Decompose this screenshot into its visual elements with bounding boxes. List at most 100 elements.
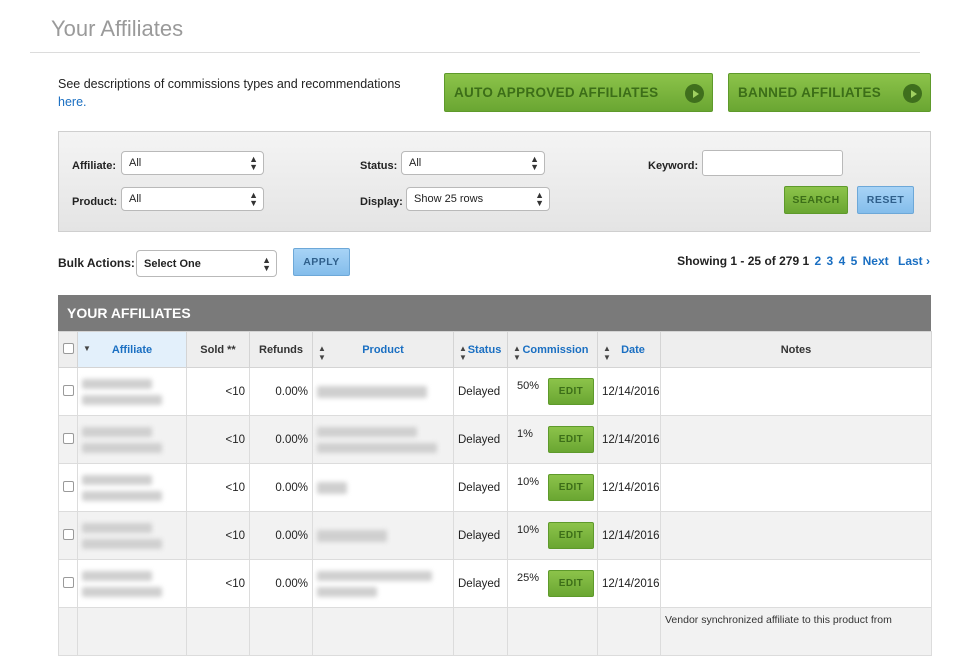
sold-cell: <10 bbox=[186, 367, 250, 416]
description-link[interactable]: here. bbox=[58, 95, 87, 109]
edit-button[interactable]: EDIT bbox=[548, 522, 594, 549]
table-header-row: ▼ Affiliate Sold ** Refunds ▲ ▼ Product ▲… bbox=[58, 331, 932, 368]
commission-value: 50% bbox=[517, 380, 540, 392]
row-checkbox[interactable] bbox=[63, 576, 74, 588]
page-link-3[interactable]: 3 bbox=[827, 254, 834, 268]
redacted-product-detail bbox=[317, 442, 437, 453]
column-label-refunds: Refunds bbox=[259, 343, 303, 356]
row-checkbox[interactable] bbox=[63, 528, 74, 540]
select-arrows-icon: ▲ ▼ bbox=[535, 190, 544, 208]
display-filter-label: Display: bbox=[360, 196, 403, 208]
status-filter-select[interactable]: All ▲ ▼ bbox=[401, 151, 545, 175]
redacted-product bbox=[317, 385, 427, 398]
affiliate-filter-select[interactable]: All ▲ ▼ bbox=[121, 151, 264, 175]
auto-approved-affiliates-button[interactable]: AUTO APPROVED AFFILIATES bbox=[444, 73, 713, 112]
product-filter-label: Product: bbox=[72, 196, 118, 208]
column-label-commission: Commission bbox=[522, 343, 589, 356]
affiliate-cell bbox=[77, 415, 187, 464]
affiliate-cell bbox=[77, 367, 187, 416]
commission-value: 10% bbox=[517, 524, 540, 536]
filter-panel: Affiliate: All ▲ ▼ Status: All ▲ ▼ Keyword… bbox=[58, 131, 931, 232]
affiliate-cell bbox=[77, 607, 187, 656]
page-title: Your Affiliates bbox=[51, 16, 184, 41]
column-label-date: Date bbox=[621, 343, 645, 356]
row-checkbox[interactable] bbox=[63, 480, 74, 492]
display-filter-value: Show 25 rows bbox=[414, 193, 484, 205]
row-select-cell bbox=[58, 559, 78, 608]
date-cell: 12/14/2016 bbox=[597, 415, 661, 464]
page-link-4[interactable]: 4 bbox=[839, 254, 846, 268]
row-checkbox[interactable] bbox=[63, 384, 74, 396]
sold-cell: <10 bbox=[186, 511, 250, 560]
page-link-5[interactable]: 5 bbox=[851, 254, 858, 268]
apply-button[interactable]: APPLY bbox=[293, 248, 350, 276]
column-header-commission[interactable]: ▲ ▼ Commission bbox=[507, 331, 598, 368]
column-header-affiliate[interactable]: ▼ Affiliate bbox=[77, 331, 187, 368]
edit-button[interactable]: EDIT bbox=[548, 378, 594, 405]
play-icon bbox=[685, 84, 704, 103]
redacted-affiliate-name bbox=[82, 570, 152, 581]
edit-button[interactable]: EDIT bbox=[548, 426, 594, 453]
commission-cell bbox=[507, 607, 598, 656]
redacted-affiliate-id bbox=[82, 586, 162, 597]
column-label-sold: Sold ** bbox=[200, 343, 236, 356]
column-header-status[interactable]: ▲ ▼ Status bbox=[453, 331, 508, 368]
select-arrows-icon: ▲ ▼ bbox=[262, 255, 271, 273]
showing-range: Showing 1 - 25 of 279 bbox=[677, 254, 800, 268]
column-label-affiliate: Affiliate bbox=[111, 343, 153, 356]
bulk-actions-label: Bulk Actions: bbox=[58, 256, 135, 270]
date-cell: 12/14/2016 bbox=[597, 367, 661, 416]
keyword-input[interactable] bbox=[702, 150, 843, 176]
commission-cell: 1% EDIT bbox=[507, 415, 598, 464]
status-cell: Delayed bbox=[453, 511, 508, 560]
page-link-2[interactable]: 2 bbox=[815, 254, 822, 268]
bulk-actions-select[interactable]: Select One ▲ ▼ bbox=[136, 250, 277, 277]
date-cell: 12/14/2016 bbox=[597, 463, 661, 512]
edit-button[interactable]: EDIT bbox=[548, 474, 594, 501]
select-arrows-icon: ▲ ▼ bbox=[249, 154, 258, 172]
commission-value: 10% bbox=[517, 476, 540, 488]
column-header-date[interactable]: ▲ ▼ Date bbox=[597, 331, 661, 368]
table-row: <10 0.00% Delayed 10% EDIT 12/14/2016 bbox=[58, 463, 932, 512]
status-filter-value: All bbox=[409, 157, 422, 169]
column-header-product[interactable]: ▲ ▼ Product bbox=[312, 331, 454, 368]
affiliate-cell bbox=[77, 559, 187, 608]
row-select-cell bbox=[58, 511, 78, 560]
product-filter-select[interactable]: All ▲ ▼ bbox=[121, 187, 264, 211]
date-cell: 12/14/2016 bbox=[597, 559, 661, 608]
refunds-cell: 0.00% bbox=[249, 559, 313, 608]
commission-value: 25% bbox=[517, 572, 540, 584]
last-page-link[interactable]: Last › bbox=[898, 254, 930, 268]
row-checkbox[interactable] bbox=[63, 432, 74, 444]
redacted-affiliate-name bbox=[82, 522, 152, 533]
product-cell bbox=[312, 607, 454, 656]
redacted-product bbox=[317, 570, 432, 581]
table-row: <10 0.00% Delayed 25% EDIT 12/14/2016 bbox=[58, 559, 932, 608]
product-cell bbox=[312, 511, 454, 560]
sort-both-icon: ▲ ▼ bbox=[603, 344, 611, 362]
redacted-product bbox=[317, 481, 347, 494]
redacted-product-detail bbox=[317, 586, 377, 597]
status-cell bbox=[453, 607, 508, 656]
affiliate-cell bbox=[77, 511, 187, 560]
commission-cell: 50% EDIT bbox=[507, 367, 598, 416]
edit-button[interactable]: EDIT bbox=[548, 570, 594, 597]
banned-affiliates-button[interactable]: BANNED AFFILIATES bbox=[728, 73, 931, 112]
sold-cell: <10 bbox=[186, 415, 250, 464]
reset-button[interactable]: RESET bbox=[857, 186, 914, 214]
select-all-checkbox[interactable] bbox=[63, 342, 74, 354]
notes-cell: Vendor synchronized affiliate to this pr… bbox=[660, 607, 932, 656]
commission-value: 1% bbox=[517, 428, 533, 440]
table-row: <10 0.00% Delayed 50% EDIT 12/14/2016 bbox=[58, 367, 932, 416]
next-page-link[interactable]: Next bbox=[863, 254, 889, 268]
notes-cell bbox=[660, 415, 932, 464]
display-filter-select[interactable]: Show 25 rows ▲ ▼ bbox=[406, 187, 550, 211]
table-row: <10 0.00% Delayed 10% EDIT 12/14/2016 bbox=[58, 511, 932, 560]
search-button[interactable]: SEARCH bbox=[784, 186, 848, 214]
product-cell bbox=[312, 559, 454, 608]
auto-approved-label: AUTO APPROVED AFFILIATES bbox=[454, 85, 659, 100]
row-select-cell bbox=[58, 367, 78, 416]
status-cell: Delayed bbox=[453, 415, 508, 464]
description-text: See descriptions of commissions types an… bbox=[58, 77, 401, 91]
notes-cell bbox=[660, 511, 932, 560]
